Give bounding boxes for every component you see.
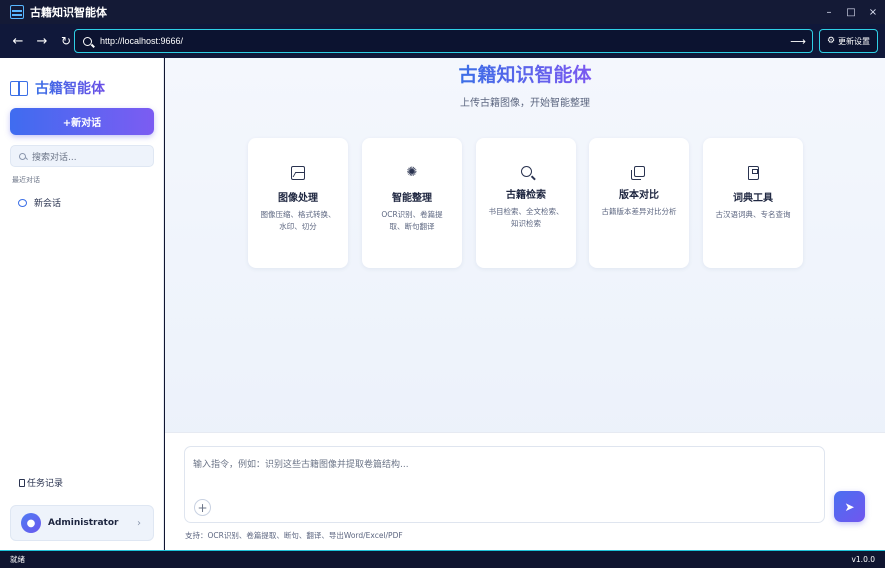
clipboard-icon — [19, 478, 25, 487]
username: Administrator — [48, 518, 119, 528]
task-records-label: 任务记录 — [27, 479, 64, 489]
send-button[interactable]: ➤ — [834, 491, 865, 522]
feature-card-dictionary[interactable]: 词典工具 古汉语词典、专名查询 — [703, 138, 803, 268]
book-icon — [10, 81, 28, 96]
chat-bubble-icon — [18, 198, 27, 207]
search-placeholder: 搜索对话... — [32, 152, 77, 163]
new-chat-button[interactable]: +新对话 — [10, 108, 154, 135]
sparkle-icon: ✺ — [406, 165, 418, 180]
reload-button[interactable]: ↻ — [56, 31, 76, 51]
close-button[interactable]: × — [863, 0, 883, 24]
url-text: http://localhost:9666/ — [100, 36, 184, 46]
sidebar: 古籍智能体 +新对话 搜索对话... 最近对话 新会话 任务记录 ● Admin… — [0, 58, 164, 550]
send-icon: ➤ — [844, 499, 855, 514]
address-bar: ← → ↻ http://localhost:9666/ ⟶ ⚙ 更新设置 — [0, 24, 885, 58]
card-desc: 古籍版本差异对比分析 — [601, 207, 677, 216]
status-bar: 就绪 v1.0.0 — [0, 550, 885, 568]
feature-card-image[interactable]: 图像处理 图像压缩、格式转换、水印、切分 — [248, 138, 348, 268]
window-title: 古籍知识智能体 — [30, 6, 107, 19]
url-input[interactable]: http://localhost:9666/ ⟶ — [74, 29, 813, 53]
forward-button[interactable]: → — [32, 31, 52, 51]
brand: 古籍智能体 — [10, 78, 105, 98]
main-area: 古籍知识智能体 上传古籍图像，开始智能整理 图像处理 图像压缩、格式转换、水印、… — [165, 58, 885, 550]
person-icon: ● — [21, 513, 41, 533]
copy-icon — [630, 166, 645, 180]
user-profile[interactable]: ● Administrator › — [10, 505, 154, 541]
attach-button[interactable]: + — [194, 499, 211, 516]
card-title: 图像处理 — [278, 193, 318, 204]
maximize-button[interactable]: □ — [841, 0, 861, 24]
search-chats-input[interactable]: 搜索对话... — [10, 145, 154, 167]
instruction-input[interactable]: 输入指令，例如：识别这些古籍图像并提取卷篇结构... + — [184, 446, 825, 523]
brand-title: 古籍智能体 — [35, 78, 105, 98]
card-title: 古籍检索 — [506, 190, 546, 201]
back-button[interactable]: ← — [8, 31, 28, 51]
instruction-placeholder: 输入指令，例如：识别这些古籍图像并提取卷篇结构... — [193, 460, 409, 470]
task-records-link[interactable]: 任务记录 — [19, 476, 63, 489]
gear-icon: ⚙ — [826, 36, 836, 46]
feature-card-organize[interactable]: ✺ 智能整理 OCR识别、卷篇提取、断句翻译 — [362, 138, 462, 268]
page-subtitle: 上传古籍图像，开始智能整理 — [460, 98, 590, 109]
title-bar: 古籍知识智能体 – □ × — [0, 0, 885, 24]
minimize-button[interactable]: – — [819, 0, 839, 24]
update-settings-label: 更新设置 — [838, 36, 871, 46]
card-desc: OCR识别、卷篇提取、断句翻译 — [381, 210, 443, 231]
version-text: v1.0.0 — [851, 555, 875, 564]
card-title: 词典工具 — [733, 193, 773, 204]
go-arrow-icon[interactable]: ⟶ — [790, 35, 806, 48]
card-desc: 书目检索、全文检索、知识检索 — [488, 207, 564, 228]
status-text: 就绪 — [10, 555, 25, 564]
search-icon — [83, 36, 92, 46]
card-title: 智能整理 — [392, 193, 432, 204]
app-icon — [10, 5, 24, 19]
update-settings-button[interactable]: ⚙ 更新设置 — [819, 29, 878, 53]
session-item[interactable]: 新会话 — [18, 196, 61, 209]
card-title: 版本对比 — [619, 190, 659, 201]
page-title: 古籍知识智能体 — [458, 64, 592, 86]
chevron-right-icon: › — [137, 517, 141, 529]
window-controls: – □ × — [819, 0, 885, 24]
search-icon — [520, 166, 532, 177]
recent-chats-label: 最近对话 — [12, 176, 40, 184]
support-text: 支持：OCR识别、卷篇提取、断句、翻译、导出Word/Excel/PDF — [185, 531, 403, 540]
search-icon — [19, 152, 26, 160]
card-desc: 古汉语词典、专名查询 — [715, 210, 791, 219]
feature-card-compare[interactable]: 版本对比 古籍版本差异对比分析 — [589, 138, 689, 268]
composer: 输入指令，例如：识别这些古籍图像并提取卷篇结构... + ➤ 支持：OCR识别、… — [165, 432, 885, 550]
session-label: 新会话 — [34, 199, 62, 209]
image-icon — [291, 166, 305, 180]
feature-card-search[interactable]: 古籍检索 书目检索、全文检索、知识检索 — [476, 138, 576, 268]
dictionary-icon — [747, 166, 759, 180]
card-desc: 图像压缩、格式转换、水印、切分 — [260, 210, 336, 231]
